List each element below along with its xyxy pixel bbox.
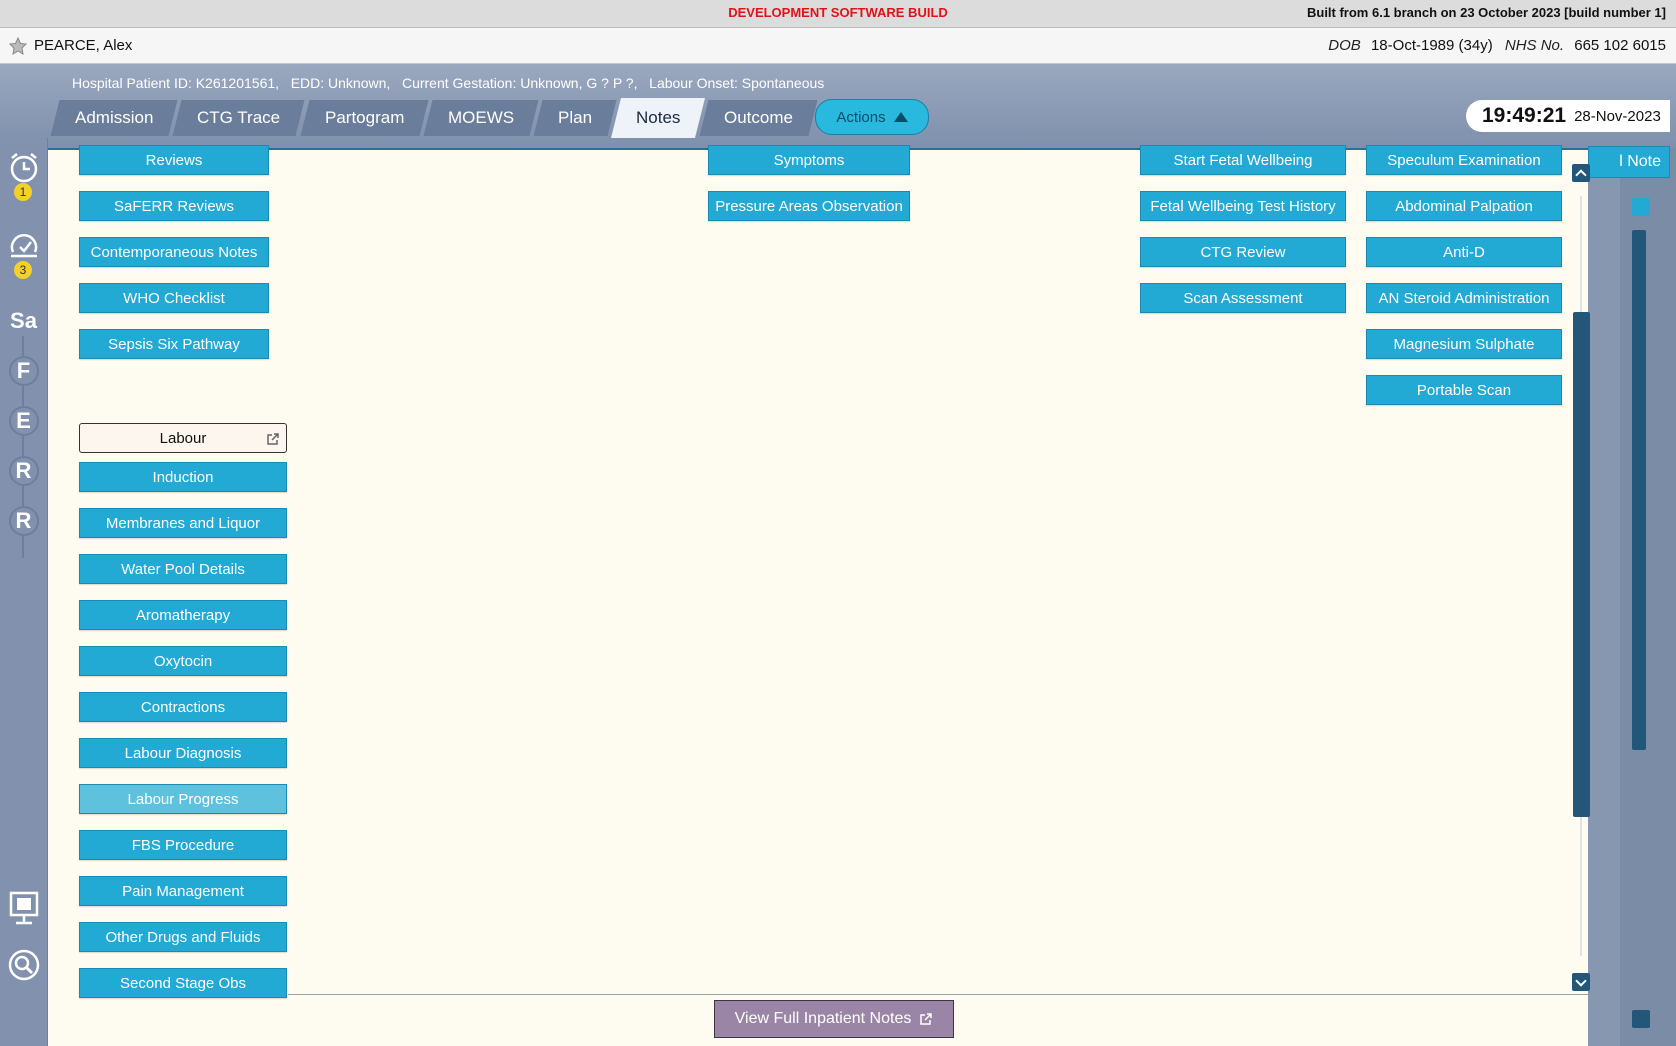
portable-scan-button[interactable]: Portable Scan	[1366, 375, 1562, 405]
labour-section-header[interactable]: Labour	[79, 423, 287, 453]
triangle-up-icon	[893, 112, 908, 122]
tab-admission[interactable]: Admission	[50, 100, 178, 136]
add-note-button[interactable]: l Note	[1588, 146, 1670, 178]
water-pool-details-button[interactable]: Water Pool Details	[79, 554, 287, 584]
reviews-button[interactable]: Reviews	[79, 145, 269, 175]
alarm-clock-button[interactable]: 1	[0, 150, 47, 201]
outer-scrollbar-thumb[interactable]	[1632, 230, 1646, 750]
start-fetal-wellbeing-button[interactable]: Start Fetal Wellbeing	[1140, 145, 1346, 175]
presentation-button[interactable]	[0, 890, 47, 926]
timer-icon	[10, 234, 37, 258]
timer-count-badge: 3	[14, 261, 32, 279]
clock-time: 19:49:21	[1482, 104, 1567, 127]
timer-button[interactable]: 3	[0, 228, 47, 279]
pain-management-button[interactable]: Pain Management	[79, 876, 287, 906]
chevron-up-icon	[1575, 168, 1587, 181]
membranes-and-liquor-button[interactable]: Membranes and Liquor	[79, 508, 287, 538]
saferr-reviews-button[interactable]: SaFERR Reviews	[79, 191, 269, 221]
tab-bar: Admission CTG Trace Partogram MOEWS Plan…	[50, 98, 818, 138]
tab-moews[interactable]: MOEWS	[423, 100, 539, 136]
search-icon	[8, 949, 39, 981]
external-link-icon	[267, 433, 279, 445]
who-checklist-button[interactable]: WHO Checklist	[79, 283, 269, 313]
fbs-procedure-button[interactable]: FBS Procedure	[79, 830, 287, 860]
patient-identifiers: DOB 18-Oct-1989 (34y) NHS No. 665 102 60…	[1320, 37, 1666, 54]
patient-name: PEARCE, Alex	[34, 37, 133, 54]
symptoms-button[interactable]: Symptoms	[708, 145, 910, 175]
tab-notes[interactable]: Notes	[611, 98, 706, 138]
pressure-areas-observation-button[interactable]: Pressure Areas Observation	[708, 191, 910, 221]
presentation-icon	[9, 891, 38, 925]
anti-d-button[interactable]: Anti-D	[1366, 237, 1562, 267]
patient-info-line: Hospital Patient ID: K261201561, EDD: Un…	[72, 75, 825, 91]
tab-ctg-trace[interactable]: CTG Trace	[172, 100, 306, 136]
alarm-clock-icon	[10, 153, 37, 183]
induction-button[interactable]: Induction	[79, 462, 287, 492]
labour-progress-button[interactable]: Labour Progress	[79, 784, 287, 814]
header: Hospital Patient ID: K261201561, EDD: Un…	[0, 64, 1676, 148]
build-info: Built from 6.1 branch on 23 October 2023…	[1306, 5, 1666, 20]
tab-plan[interactable]: Plan	[533, 100, 617, 136]
view-full-inpatient-notes-button[interactable]: View Full Inpatient Notes	[714, 1000, 954, 1038]
oxytocin-button[interactable]: Oxytocin	[79, 646, 287, 676]
abdominal-palpation-button[interactable]: Abdominal Palpation	[1366, 191, 1562, 221]
dob-label: DOB	[1328, 37, 1361, 54]
dev-banner: DEVELOPMENT SOFTWARE BUILD Built from 6.…	[0, 0, 1676, 28]
bottom-divider	[288, 994, 1588, 995]
ctg-review-button[interactable]: CTG Review	[1140, 237, 1346, 267]
patient-bar: PEARCE, Alex DOB 18-Oct-1989 (34y) NHS N…	[0, 28, 1676, 64]
patient-icon	[9, 37, 27, 55]
chevron-down-icon	[1575, 974, 1587, 987]
labour-diagnosis-button[interactable]: Labour Diagnosis	[79, 738, 287, 768]
left-sidebar: 1 3 Sa F E R R	[0, 138, 48, 1046]
an-steroid-administration-button[interactable]: AN Steroid Administration	[1366, 283, 1562, 313]
right-panel-strip	[1620, 148, 1676, 1046]
speculum-examination-button[interactable]: Speculum Examination	[1366, 145, 1562, 175]
nhs-value: 665 102 6015	[1574, 37, 1666, 54]
alarm-count-badge: 1	[14, 183, 32, 201]
search-button[interactable]	[0, 948, 47, 982]
clock: 19:49:21 28-Nov-2023	[1466, 100, 1670, 132]
tab-partogram[interactable]: Partogram	[300, 100, 429, 136]
sidebar-item-e[interactable]: E	[0, 406, 47, 436]
second-stage-obs-button[interactable]: Second Stage Obs	[79, 968, 287, 998]
sidebar-item-f[interactable]: F	[0, 356, 47, 386]
external-link-icon	[920, 1013, 933, 1025]
scrollbar-thumb[interactable]	[1573, 312, 1590, 817]
magnesium-sulphate-button[interactable]: Magnesium Sulphate	[1366, 329, 1562, 359]
clock-date: 28-Nov-2023	[1574, 107, 1661, 125]
tab-outcome[interactable]: Outcome	[699, 100, 818, 136]
collapse-up-icon[interactable]	[1632, 198, 1650, 216]
scroll-down-button[interactable]	[1572, 973, 1590, 991]
contemporaneous-notes-button[interactable]: Contemporaneous Notes	[79, 237, 269, 267]
sidebar-item-sa[interactable]: Sa	[0, 306, 47, 336]
dob-value: 18-Oct-1989 (34y)	[1370, 37, 1493, 54]
aromatherapy-button[interactable]: Aromatherapy	[79, 600, 287, 630]
scroll-up-button[interactable]	[1572, 164, 1590, 182]
sepsis-six-pathway-button[interactable]: Sepsis Six Pathway	[79, 329, 269, 359]
contractions-button[interactable]: Contractions	[79, 692, 287, 722]
actions-button[interactable]: Actions	[815, 99, 929, 135]
sidebar-item-r2[interactable]: R	[0, 506, 47, 536]
fetal-wellbeing-test-history-button[interactable]: Fetal Wellbeing Test History	[1140, 191, 1346, 221]
other-drugs-and-fluids-button[interactable]: Other Drugs and Fluids	[79, 922, 287, 952]
outer-scroll-down-icon[interactable]	[1632, 1010, 1650, 1028]
sidebar-item-r1[interactable]: R	[0, 456, 47, 486]
nhs-label: NHS No.	[1504, 37, 1565, 54]
notes-panel	[48, 148, 1588, 1046]
scan-assessment-button[interactable]: Scan Assessment	[1140, 283, 1346, 313]
